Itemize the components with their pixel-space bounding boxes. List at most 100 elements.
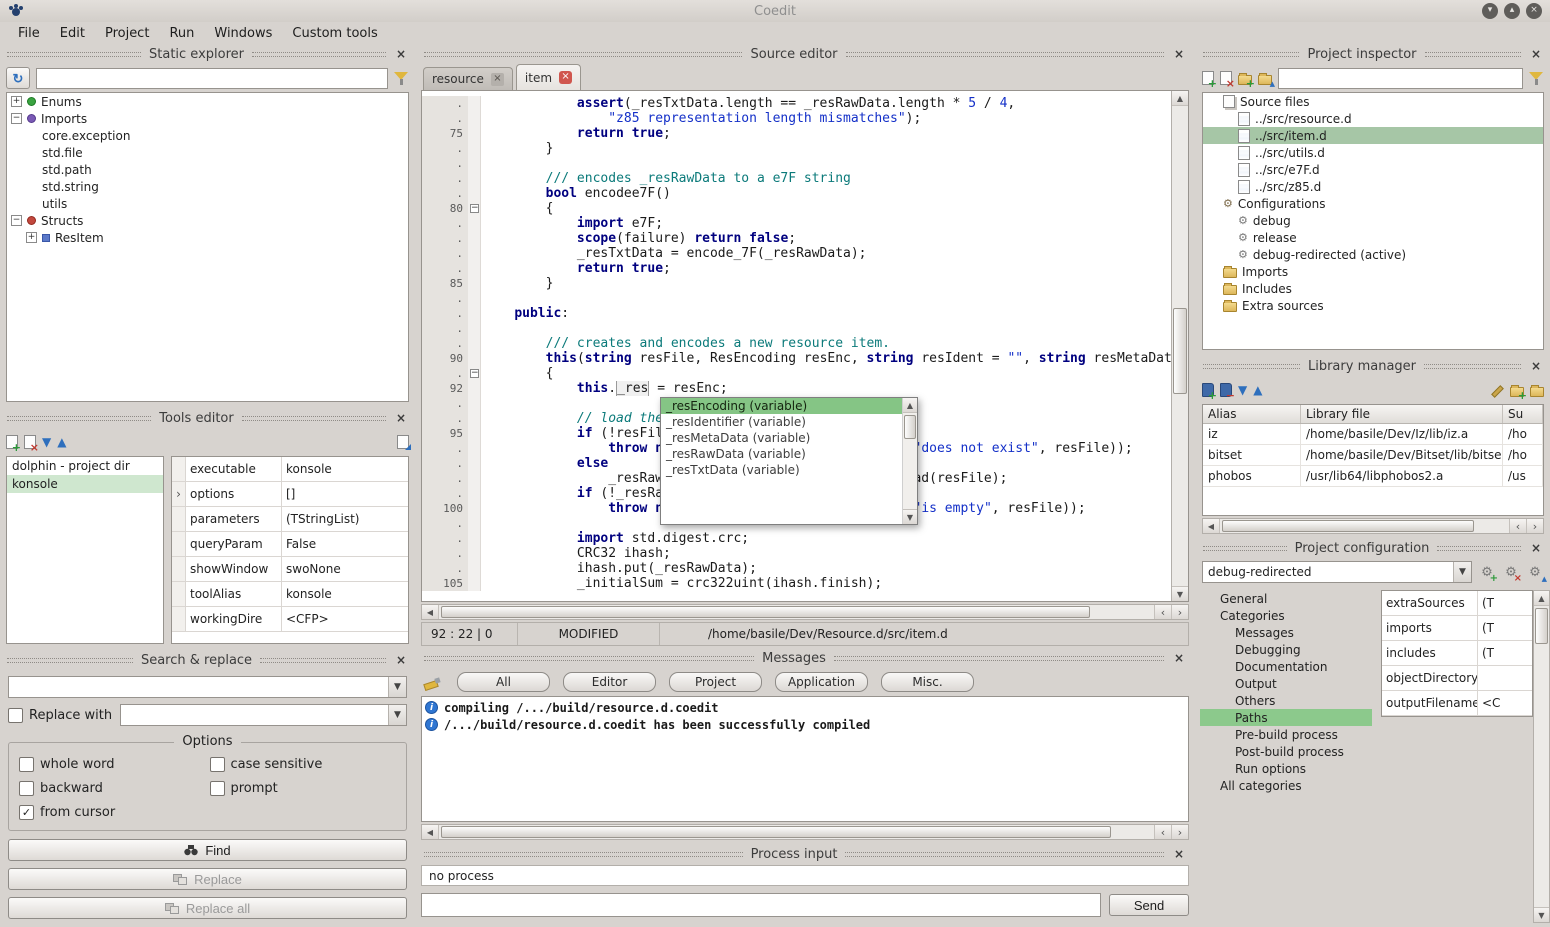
tree-item-all-categories[interactable]: All categories xyxy=(1200,777,1372,794)
filter-project[interactable]: Project xyxy=(669,672,762,692)
close-panel-icon[interactable]: × xyxy=(394,653,408,667)
close-panel-icon[interactable]: × xyxy=(1172,651,1186,665)
code-line[interactable]: . import e7F; xyxy=(422,216,1171,231)
tree-item-resitem[interactable]: +ResItem xyxy=(7,229,408,246)
property-value[interactable]: (TStringList) xyxy=(282,507,408,531)
close-panel-icon[interactable]: × xyxy=(1172,47,1186,61)
completion-item[interactable]: _resTxtData (variable) xyxy=(661,462,902,478)
tree-item-source-files[interactable]: Source files xyxy=(1203,93,1543,110)
tree-item-structs[interactable]: −Structs xyxy=(7,212,408,229)
scroll-track[interactable] xyxy=(903,413,917,509)
code-line[interactable]: . bool encodee7F() xyxy=(422,186,1171,201)
menu-custom-tools[interactable]: Custom tools xyxy=(284,24,385,43)
move-up-icon[interactable]: ▲ xyxy=(57,436,66,448)
property-value[interactable]: konsole xyxy=(282,457,408,481)
close-panel-icon[interactable]: × xyxy=(394,411,408,425)
tree-item-paths[interactable]: Paths xyxy=(1200,709,1372,726)
tree-item-utils[interactable]: utils xyxy=(7,195,408,212)
code-line[interactable]: . } xyxy=(422,141,1171,156)
expander-icon[interactable]: − xyxy=(11,113,22,124)
checkbox-prompt[interactable]: prompt xyxy=(210,781,397,796)
tree-item-src-resource-d[interactable]: ../src/resource.d xyxy=(1203,110,1543,127)
replace-button[interactable]: Replace xyxy=(8,868,407,890)
tree-item-src-utils-d[interactable]: ../src/utils.d xyxy=(1203,144,1543,161)
tree-item-imports[interactable]: Imports xyxy=(1203,263,1543,280)
add-config-icon[interactable]: ⚙ xyxy=(1478,565,1496,580)
add-source-icon[interactable] xyxy=(1202,71,1214,85)
add-library-icon[interactable] xyxy=(1202,383,1214,397)
code-line[interactable]: . scope(failure) return false; xyxy=(422,231,1171,246)
property-value[interactable]: swoNone xyxy=(282,557,408,581)
folder-up-icon[interactable] xyxy=(1258,75,1272,85)
replace-with-checkbox[interactable]: Replace with xyxy=(8,708,112,723)
code-line[interactable]: 92 this._res = resEnc; xyxy=(422,381,1171,396)
configuration-select[interactable]: debug-redirected ▼ xyxy=(1202,561,1472,583)
inspector-filter-input[interactable] xyxy=(1278,68,1523,89)
row-selector[interactable] xyxy=(172,532,186,556)
scroll-thumb[interactable] xyxy=(1222,520,1474,532)
move-down-icon[interactable]: ▼ xyxy=(1238,384,1247,396)
replace-all-button[interactable]: Replace all xyxy=(8,897,407,919)
code-line[interactable]: 105 _initialSum = crc322uint(ihash.finis… xyxy=(422,576,1171,591)
close-panel-icon[interactable]: × xyxy=(1172,847,1186,861)
move-down-icon[interactable]: ▼ xyxy=(42,436,51,448)
property-value[interactable]: konsole xyxy=(282,582,408,606)
minimize-button[interactable]: ▾ xyxy=(1482,3,1498,19)
tree-item-src-e7f-d[interactable]: ../src/e7F.d xyxy=(1203,161,1543,178)
menu-file[interactable]: File xyxy=(10,24,48,43)
column-header-alias[interactable]: Alias xyxy=(1203,405,1301,423)
tree-item-run-options[interactable]: Run options xyxy=(1200,760,1372,777)
find-button[interactable]: Find xyxy=(8,839,407,861)
close-panel-icon[interactable]: × xyxy=(1529,47,1543,61)
code-line[interactable]: . xyxy=(422,291,1171,306)
tree-item-extra-sources[interactable]: Extra sources xyxy=(1203,297,1543,314)
scroll-up-icon[interactable]: ▲ xyxy=(1534,591,1549,606)
tree-item-others[interactable]: Others xyxy=(1200,692,1372,709)
scroll-right-step-icon[interactable]: › xyxy=(1526,519,1543,533)
remove-library-icon[interactable] xyxy=(1220,383,1232,397)
property-value[interactable]: (T xyxy=(1478,591,1532,615)
scroll-down-icon[interactable]: ▼ xyxy=(1172,586,1188,601)
expander-icon[interactable]: + xyxy=(26,232,37,243)
menu-windows[interactable]: Windows xyxy=(206,24,280,43)
tree-item-core-exception[interactable]: core.exception xyxy=(7,127,408,144)
code-line[interactable]: . assert(_resTxtData.length == _resRawDa… xyxy=(422,96,1171,111)
row-selector[interactable] xyxy=(172,507,186,531)
tree-item-includes[interactable]: Includes xyxy=(1203,280,1543,297)
scroll-left-icon[interactable]: ◀ xyxy=(422,825,439,839)
completion-item[interactable]: _resMetaData (variable) xyxy=(661,430,902,446)
column-header-su[interactable]: Su xyxy=(1503,405,1543,423)
scroll-right-step-icon[interactable]: › xyxy=(1171,605,1188,619)
scroll-left-icon[interactable]: ◀ xyxy=(1203,519,1220,533)
fold-marker[interactable]: − xyxy=(470,369,479,378)
messages-hscrollbar[interactable]: ◀ ‹ › xyxy=(421,824,1189,840)
property-value[interactable]: [] xyxy=(282,482,408,506)
open-folder-icon[interactable] xyxy=(1530,387,1544,397)
tree-item-output[interactable]: Output xyxy=(1200,675,1372,692)
tree-item-debug[interactable]: ⚙debug xyxy=(1203,212,1543,229)
chevron-down-icon[interactable]: ▼ xyxy=(388,677,406,697)
edit-library-icon[interactable] xyxy=(1490,383,1504,397)
menu-run[interactable]: Run xyxy=(161,24,202,43)
filter-misc[interactable]: Misc. xyxy=(881,672,974,692)
property-value[interactable]: (T xyxy=(1478,641,1532,665)
row-selector[interactable]: › xyxy=(172,482,186,506)
symbol-filter-input[interactable] xyxy=(36,68,388,89)
send-button[interactable]: Send xyxy=(1109,894,1189,916)
tree-item-post-build-process[interactable]: Post-build process xyxy=(1200,743,1372,760)
tree-item-configurations[interactable]: ⚙Configurations xyxy=(1203,195,1543,212)
library-row[interactable]: iz/home/basile/Dev/Iz/lib/iz.a/ho xyxy=(1203,424,1543,445)
search-term-combo[interactable]: ▼ xyxy=(8,676,407,698)
property-value[interactable]: (T xyxy=(1478,616,1532,640)
tree-item-src-item-d[interactable]: ../src/item.d xyxy=(1203,127,1543,144)
remove-source-icon[interactable] xyxy=(1220,71,1232,85)
completion-item[interactable]: _resEncoding (variable) xyxy=(661,398,902,414)
scroll-thumb[interactable] xyxy=(441,606,1090,618)
expander-icon[interactable]: − xyxy=(11,215,22,226)
code-line[interactable]: 75 return true; xyxy=(422,126,1171,141)
tree-item-std-string[interactable]: std.string xyxy=(7,178,408,195)
fold-marker[interactable]: − xyxy=(470,204,479,213)
tool-item-konsole[interactable]: konsole xyxy=(7,475,163,493)
tree-item-enums[interactable]: +Enums xyxy=(7,93,408,110)
code-line[interactable]: . return true; xyxy=(422,261,1171,276)
